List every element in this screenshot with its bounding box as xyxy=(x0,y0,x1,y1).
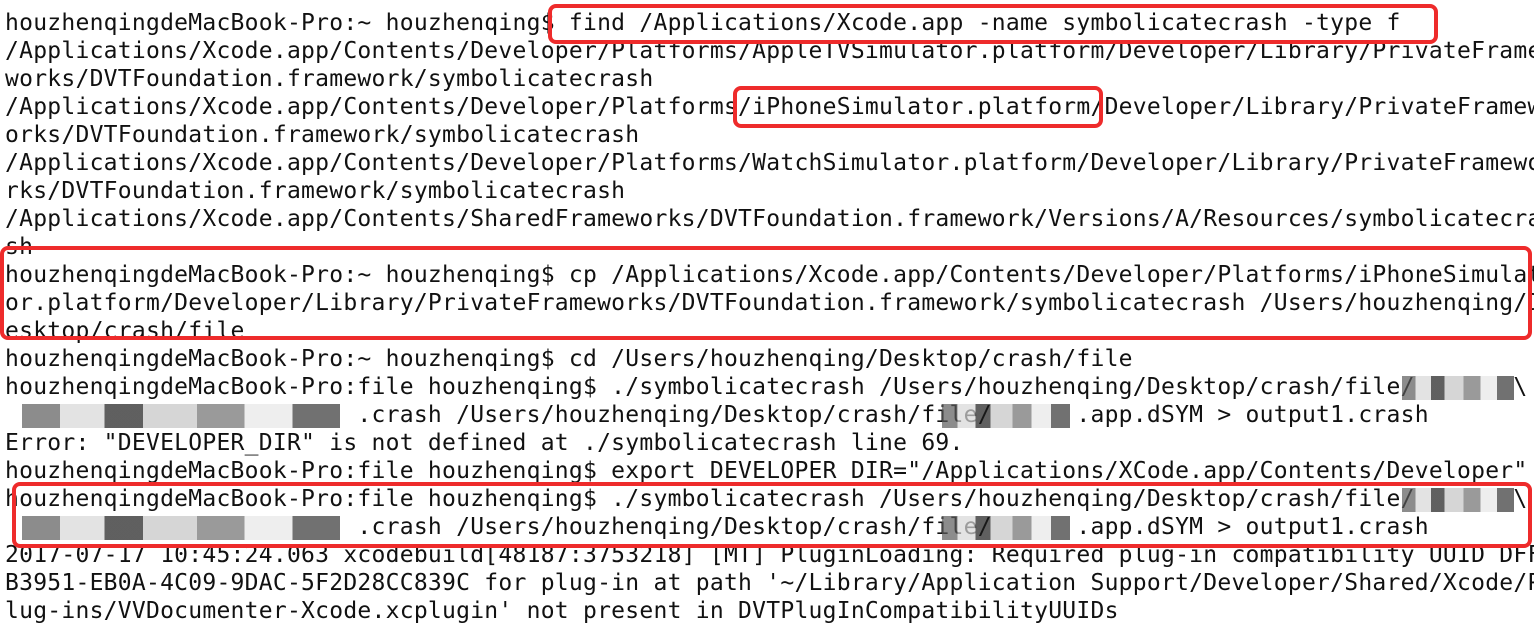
terminal-line-11: or.platform/Developer/Library/PrivateFra… xyxy=(5,290,1534,316)
terminal-line-10: houzhenqingdeMacBook-Pro:~ houzhenqing$ … xyxy=(5,262,1534,288)
terminal-line-2: /Applications/Xcode.app/Contents/Develop… xyxy=(5,38,1534,64)
terminal-line-22: lug-ins/VVDocumenter-Xcode.xcplugin' not… xyxy=(5,598,1119,624)
redacted-filename-blur xyxy=(22,516,340,540)
terminal-line-14: houzhenqingdeMacBook-Pro:file houzhenqin… xyxy=(5,374,1528,400)
terminal-line-8: /Applications/Xcode.app/Contents/SharedF… xyxy=(5,206,1534,232)
terminal-line-20: 2017-07-17 10:45:24.063 xcodebuild[48187… xyxy=(5,542,1534,568)
terminal-line-7: rks/DVTFoundation.framework/symbolicatec… xyxy=(5,178,626,204)
terminal-line-12: esktop/crash/file xyxy=(5,318,245,344)
terminal-line-5: orks/DVTFoundation.framework/symbolicate… xyxy=(5,122,640,148)
terminal-line-6: /Applications/Xcode.app/Contents/Develop… xyxy=(5,150,1534,176)
terminal-output[interactable]: houzhenqingdeMacBook-Pro:~ houzhenqing$ … xyxy=(0,0,1534,626)
terminal-line-18: houzhenqingdeMacBook-Pro:file houzhenqin… xyxy=(5,486,1528,512)
terminal-line-1: houzhenqingdeMacBook-Pro:~ houzhenqing$ … xyxy=(5,10,1401,36)
terminal-line-17: houzhenqingdeMacBook-Pro:file houzhenqin… xyxy=(5,458,1528,484)
redacted-filename-blur xyxy=(942,404,1070,428)
terminal-line-21: B3951-EB0A-4C09-9DAC-5F2D28CC839C for pl… xyxy=(5,570,1534,596)
terminal-line-9: sh xyxy=(5,234,34,260)
redacted-filename-blur xyxy=(22,404,340,428)
redacted-filename-blur xyxy=(942,516,1070,540)
redacted-filename-blur xyxy=(1402,376,1514,400)
terminal-line-16: Error: "DEVELOPER_DIR" is not defined at… xyxy=(5,430,964,456)
terminal-line-3: works/DVTFoundation.framework/symbolicat… xyxy=(5,66,654,92)
terminal-line-13: houzhenqingdeMacBook-Pro:~ houzhenqing$ … xyxy=(5,346,1133,372)
redacted-filename-blur xyxy=(1402,488,1514,512)
terminal-line-4: /Applications/Xcode.app/Contents/Develop… xyxy=(5,94,1534,120)
